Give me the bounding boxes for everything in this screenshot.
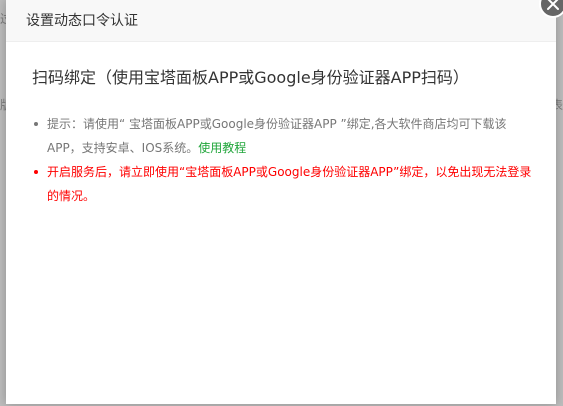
dialog-header: 设置动态口令认证 [6,0,556,42]
tip-item-download: 提示：请使用“ 宝塔面板APP或Google身份验证器APP ”绑定,各大软件商… [32,112,532,160]
dynamic-password-dialog: 设置动态口令认证 扫码绑定（使用宝塔面板APP或Google身份验证器APP扫码… [6,0,556,404]
section-title: 扫码绑定（使用宝塔面板APP或Google身份验证器APP扫码） [32,68,469,87]
tip-text: 提示：请使用“ 宝塔面板APP或Google身份验证器APP ”绑定,各大软件商… [47,117,507,155]
tip-item-warning: 开启服务后，请立即使用“宝塔面板APP或Google身份验证器APP”绑定，以免… [32,160,532,208]
tutorial-link[interactable]: 使用教程 [198,141,246,155]
dialog-body: 扫码绑定（使用宝塔面板APP或Google身份验证器APP扫码） 提示：请使用“… [6,42,556,208]
close-icon [547,0,559,10]
dialog-title: 设置动态口令认证 [26,13,138,29]
tip-text: 开启服务后，请立即使用“宝塔面板APP或Google身份验证器APP”绑定，以免… [47,165,532,203]
bullet-icon [34,170,38,174]
bullet-icon [34,122,38,126]
tips-list: 提示：请使用“ 宝塔面板APP或Google身份验证器APP ”绑定,各大软件商… [32,112,532,208]
